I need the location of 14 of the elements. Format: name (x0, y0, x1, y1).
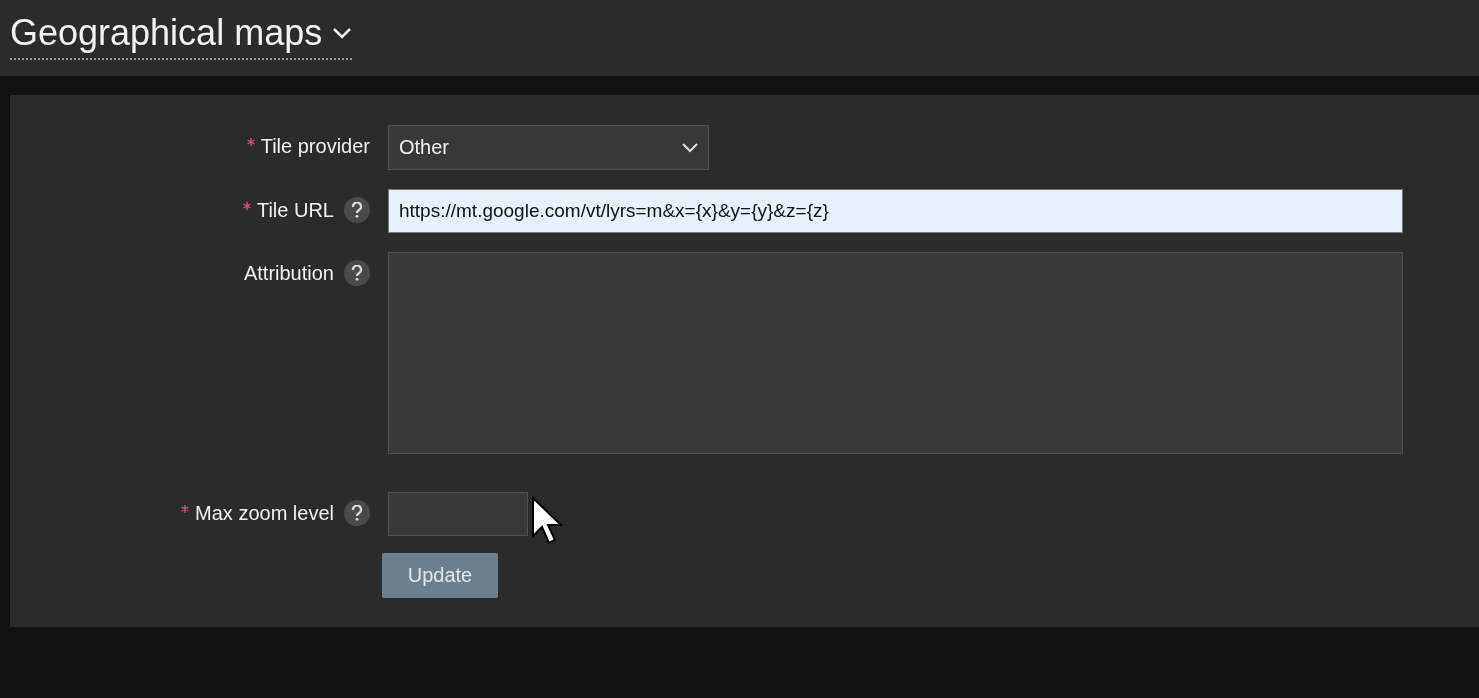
page-title-dropdown[interactable]: Geographical maps (10, 12, 353, 60)
field-label: Tile provider (260, 135, 370, 158)
field-label: Tile URL (256, 199, 334, 222)
help-icon[interactable] (344, 260, 370, 286)
field-label: Attribution (243, 262, 334, 285)
tile-url-field[interactable]: https://mt.google.com/vt/lyrs=m&x={x}&y={y}&z={z} (388, 189, 1403, 233)
field-label: Max zoom level (195, 502, 334, 525)
chevron-icon (332, 27, 353, 39)
max-zoom-field[interactable] (388, 492, 528, 536)
tile-provider-dropdown[interactable]: Other (388, 125, 709, 170)
caret-icon (682, 142, 698, 153)
help-icon[interactable] (344, 197, 370, 223)
help-icon[interactable] (344, 500, 370, 526)
attribution-field[interactable] (388, 252, 1403, 454)
